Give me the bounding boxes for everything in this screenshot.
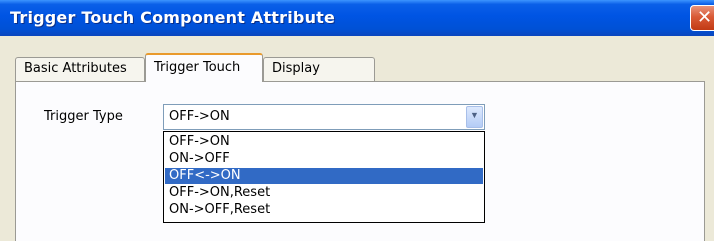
trigger-type-label: Trigger Type xyxy=(44,109,123,124)
close-button[interactable]: ✕ xyxy=(690,5,714,31)
window-title: Trigger Touch Component Attribute xyxy=(10,8,336,27)
dropdown-option[interactable]: ON->OFF,Reset xyxy=(165,202,483,218)
tab-trigger-touch[interactable]: Trigger Touch xyxy=(145,53,263,82)
dropdown-button[interactable]: ▼ xyxy=(466,106,483,128)
dialog-window: Trigger Touch Component Attribute ✕ Basi… xyxy=(0,0,714,241)
trigger-type-dropdown-list: OFF->ON ON->OFF OFF<->ON OFF->ON,Reset O… xyxy=(163,131,485,223)
dropdown-option[interactable]: ON->OFF xyxy=(165,151,483,167)
tab-basic-attributes[interactable]: Basic Attributes xyxy=(15,57,145,81)
title-bar[interactable]: Trigger Touch Component Attribute ✕ xyxy=(0,0,714,36)
trigger-type-select[interactable]: OFF->ON ▼ xyxy=(163,104,485,130)
trigger-type-value: OFF->ON xyxy=(169,109,230,124)
dropdown-option[interactable]: OFF->ON xyxy=(165,134,483,150)
dropdown-option-highlighted[interactable]: OFF<->ON xyxy=(165,168,483,184)
chevron-down-icon: ▼ xyxy=(470,110,479,120)
tab-display-setting[interactable]: Display Setting xyxy=(263,57,375,98)
dropdown-option[interactable]: OFF->ON,Reset xyxy=(165,185,483,201)
close-icon: ✕ xyxy=(697,7,713,28)
